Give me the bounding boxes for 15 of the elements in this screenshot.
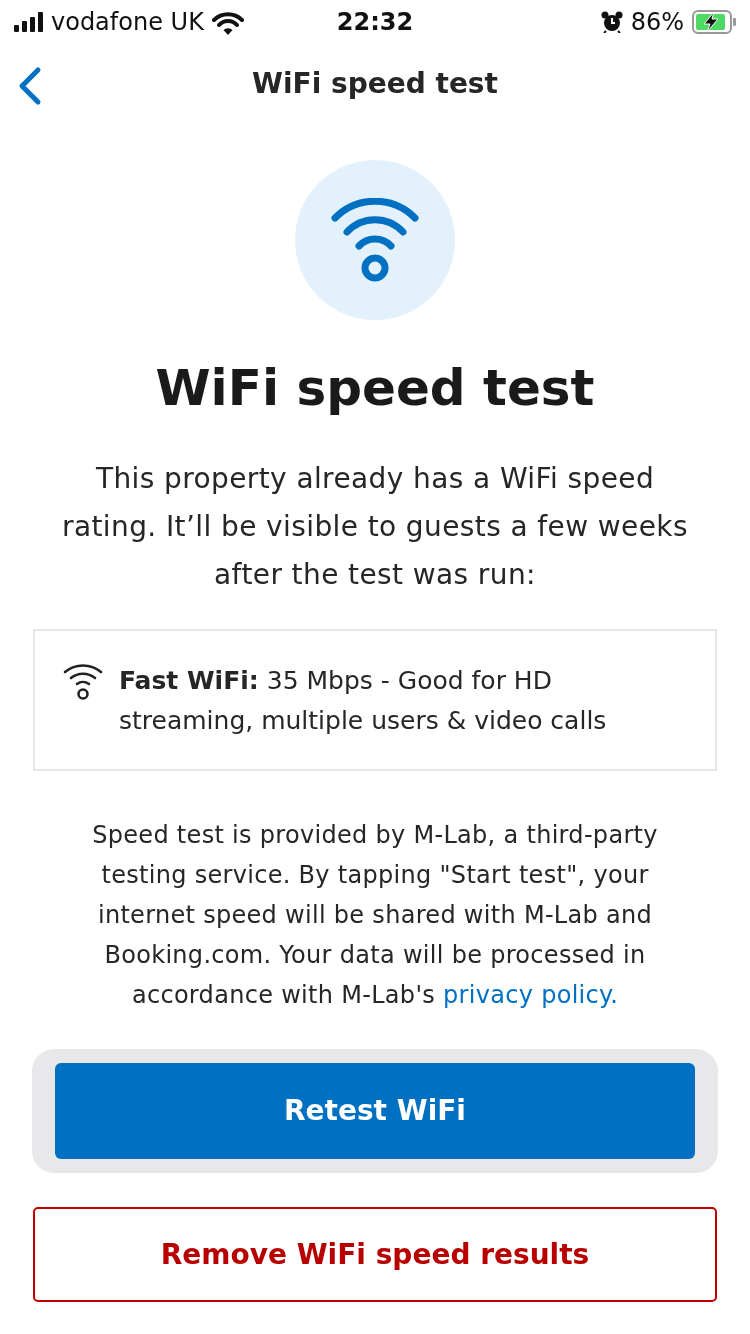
battery-percent: 86% bbox=[630, 7, 684, 38]
page-heading: WiFi speed test bbox=[154, 358, 596, 419]
nav-title: WiFi speed test bbox=[252, 66, 498, 102]
retest-button[interactable]: Retest WiFi bbox=[55, 1063, 695, 1159]
wifi-icon bbox=[63, 663, 103, 701]
status-time: 22:32 bbox=[336, 7, 414, 38]
description-text: This property already has a WiFi speed rating. It’ll be visible to guests a few weeks after the test was run: bbox=[61, 461, 689, 593]
disclaimer-text: Speed test is provided by M-Lab, a third-party testing service. By tapping "Start test", your internet speed will be shared with M-Lab and Booking.com. Your data will be processed in accordance with M-Lab's privacy policy. bbox=[91, 820, 659, 1011]
wifi-rating-text: Fast WiFi: 35 Mbps - Good for HD streaming, multiple users & video calls bbox=[119, 665, 608, 737]
carrier-name: vodafone UK bbox=[51, 7, 204, 38]
alarm-icon bbox=[600, 11, 623, 33]
remove-results-button[interactable]: Remove WiFi speed results bbox=[33, 1207, 717, 1302]
privacy-policy-link[interactable]: privacy policy. bbox=[443, 981, 619, 1009]
wifi-icon bbox=[211, 9, 244, 35]
signal-icon bbox=[14, 12, 43, 32]
